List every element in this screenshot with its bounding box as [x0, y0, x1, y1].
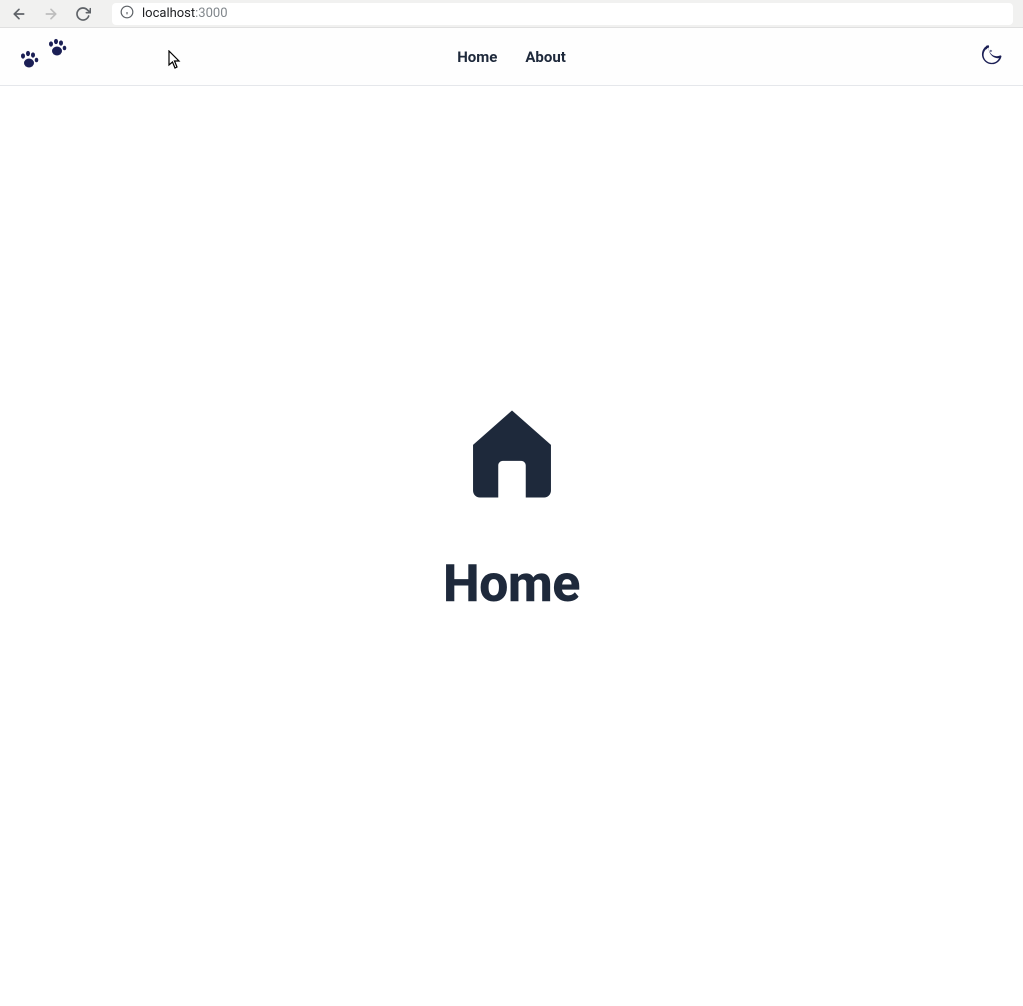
browser-back-button[interactable] — [10, 5, 28, 23]
browser-url-text: localhost:3000 — [142, 6, 228, 21]
info-icon — [120, 5, 134, 23]
home-icon — [457, 399, 567, 513]
nav-links: Home About — [457, 48, 566, 66]
browser-forward-button[interactable] — [42, 5, 60, 23]
browser-chrome: localhost:3000 — [0, 0, 1023, 28]
browser-reload-button[interactable] — [74, 5, 92, 23]
browser-url-bar[interactable]: localhost:3000 — [112, 3, 1013, 25]
main-content: Home — [0, 86, 1023, 1006]
paw-prints-icon — [18, 37, 68, 77]
logo[interactable] — [18, 37, 68, 77]
moon-stars-icon — [979, 42, 1005, 72]
nav-link-home[interactable]: Home — [457, 48, 497, 66]
page-title: Home — [443, 553, 580, 614]
nav-link-about[interactable]: About — [525, 48, 565, 66]
page-navbar: Home About — [0, 28, 1023, 86]
theme-toggle-button[interactable] — [979, 42, 1005, 72]
